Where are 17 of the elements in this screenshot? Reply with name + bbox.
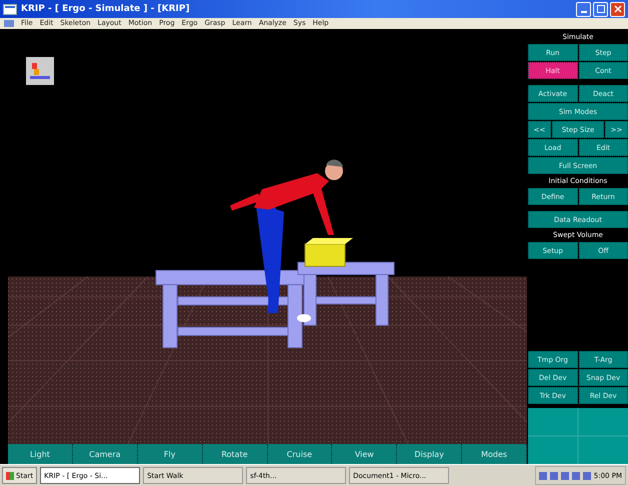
toolbar-button[interactable]: Cruise bbox=[268, 444, 332, 464]
toolbar-button[interactable]: Light bbox=[8, 444, 73, 464]
window-title: KRIP - [ Ergo - Simulate ] - [KRIP] bbox=[21, 4, 190, 14]
toolbar-button[interactable]: View bbox=[332, 444, 398, 464]
close-button[interactable] bbox=[610, 2, 625, 16]
toolbar-button[interactable]: Fly bbox=[138, 444, 203, 464]
windows-logo-icon bbox=[6, 472, 14, 480]
chart-thumbnail-icon[interactable] bbox=[26, 57, 54, 85]
toolbar-button[interactable]: Display bbox=[397, 444, 462, 464]
maximize-icon bbox=[596, 5, 604, 13]
minimize-button[interactable] bbox=[576, 2, 591, 16]
toolbar-button[interactable]: Rotate bbox=[202, 444, 268, 464]
maximize-button[interactable] bbox=[593, 2, 608, 16]
toolbar-button[interactable]: Camera bbox=[72, 444, 138, 464]
toolbar-button[interactable]: Modes bbox=[462, 444, 527, 464]
app-icon bbox=[3, 4, 17, 14]
close-icon bbox=[614, 5, 622, 13]
